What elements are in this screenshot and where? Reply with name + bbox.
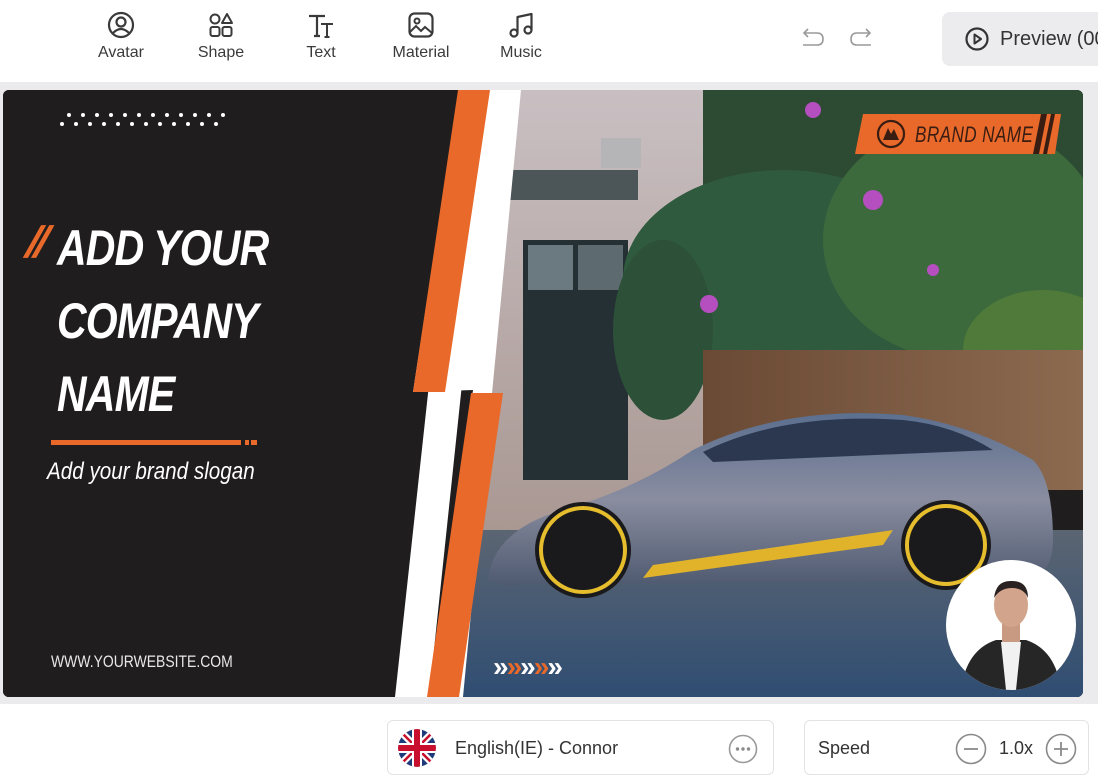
chevron-icon: » xyxy=(520,651,535,682)
music-note-icon xyxy=(509,12,533,38)
preview-button[interactable]: Preview (00 xyxy=(942,12,1098,66)
brand-name-text: BRAND NAME xyxy=(915,122,1034,147)
tool-shape-label: Shape xyxy=(197,44,245,61)
dots-decoration xyxy=(60,113,225,126)
play-circle-icon xyxy=(965,27,989,51)
increase-speed-button[interactable] xyxy=(1045,733,1077,765)
tool-music-label: Music xyxy=(500,44,542,61)
decrease-speed-button[interactable] xyxy=(955,733,987,765)
underline-dash xyxy=(251,440,257,445)
company-name-headline[interactable]: ADD YOUR COMPANY NAME xyxy=(57,212,336,431)
presenter-figure xyxy=(961,580,1061,690)
undo-icon[interactable] xyxy=(797,24,827,54)
uk-flag-icon xyxy=(398,729,436,767)
avatar-presenter[interactable] xyxy=(946,560,1076,690)
headline-underline xyxy=(51,440,241,445)
voice-label: English(IE) - Connor xyxy=(455,738,619,758)
chevron-icon: » xyxy=(506,651,522,682)
speed-value: 1.0x xyxy=(999,738,1034,758)
chevrons-decoration: » » » » » xyxy=(493,651,563,682)
speed-label: Speed xyxy=(818,738,871,758)
tool-text-label: Text xyxy=(306,44,336,61)
redo-icon[interactable] xyxy=(847,24,877,54)
text-icon xyxy=(309,14,333,38)
headline-line-2: COMPANY xyxy=(57,293,259,349)
chevron-icon: » xyxy=(493,651,508,682)
headline-line-3: NAME xyxy=(57,366,175,422)
tool-avatar-label: Avatar xyxy=(98,44,144,61)
video-canvas[interactable]: // ADD YOUR COMPANY NAME Add your brand … xyxy=(3,90,1083,697)
tool-shape[interactable]: Shape xyxy=(181,10,261,70)
tool-text[interactable]: Text xyxy=(281,10,361,70)
brand-slogan[interactable]: Add your brand slogan xyxy=(47,458,255,486)
website-url[interactable]: WWW.YOURWEBSITE.COM xyxy=(51,652,233,672)
tool-avatar[interactable]: Avatar xyxy=(81,10,161,70)
avatar-icon xyxy=(107,11,135,39)
preview-label: Preview (00 xyxy=(1000,27,1098,50)
image-icon xyxy=(408,12,434,38)
top-toolbar: Avatar Shape Text Material Music Preview… xyxy=(0,0,1098,82)
voice-selector[interactable]: English(IE) - Connor xyxy=(387,720,774,775)
tool-material-label: Material xyxy=(392,44,450,61)
tool-material[interactable]: Material xyxy=(381,10,461,70)
speed-control: Speed 1.0x xyxy=(804,720,1089,775)
underline-dash xyxy=(245,440,249,445)
more-options-icon[interactable] xyxy=(728,734,758,764)
chevron-icon: » xyxy=(533,651,549,682)
tool-music[interactable]: Music xyxy=(481,10,561,70)
chevron-icon: » xyxy=(547,651,562,682)
shape-icon xyxy=(209,13,233,37)
headline-line-1: ADD YOUR xyxy=(57,220,269,276)
